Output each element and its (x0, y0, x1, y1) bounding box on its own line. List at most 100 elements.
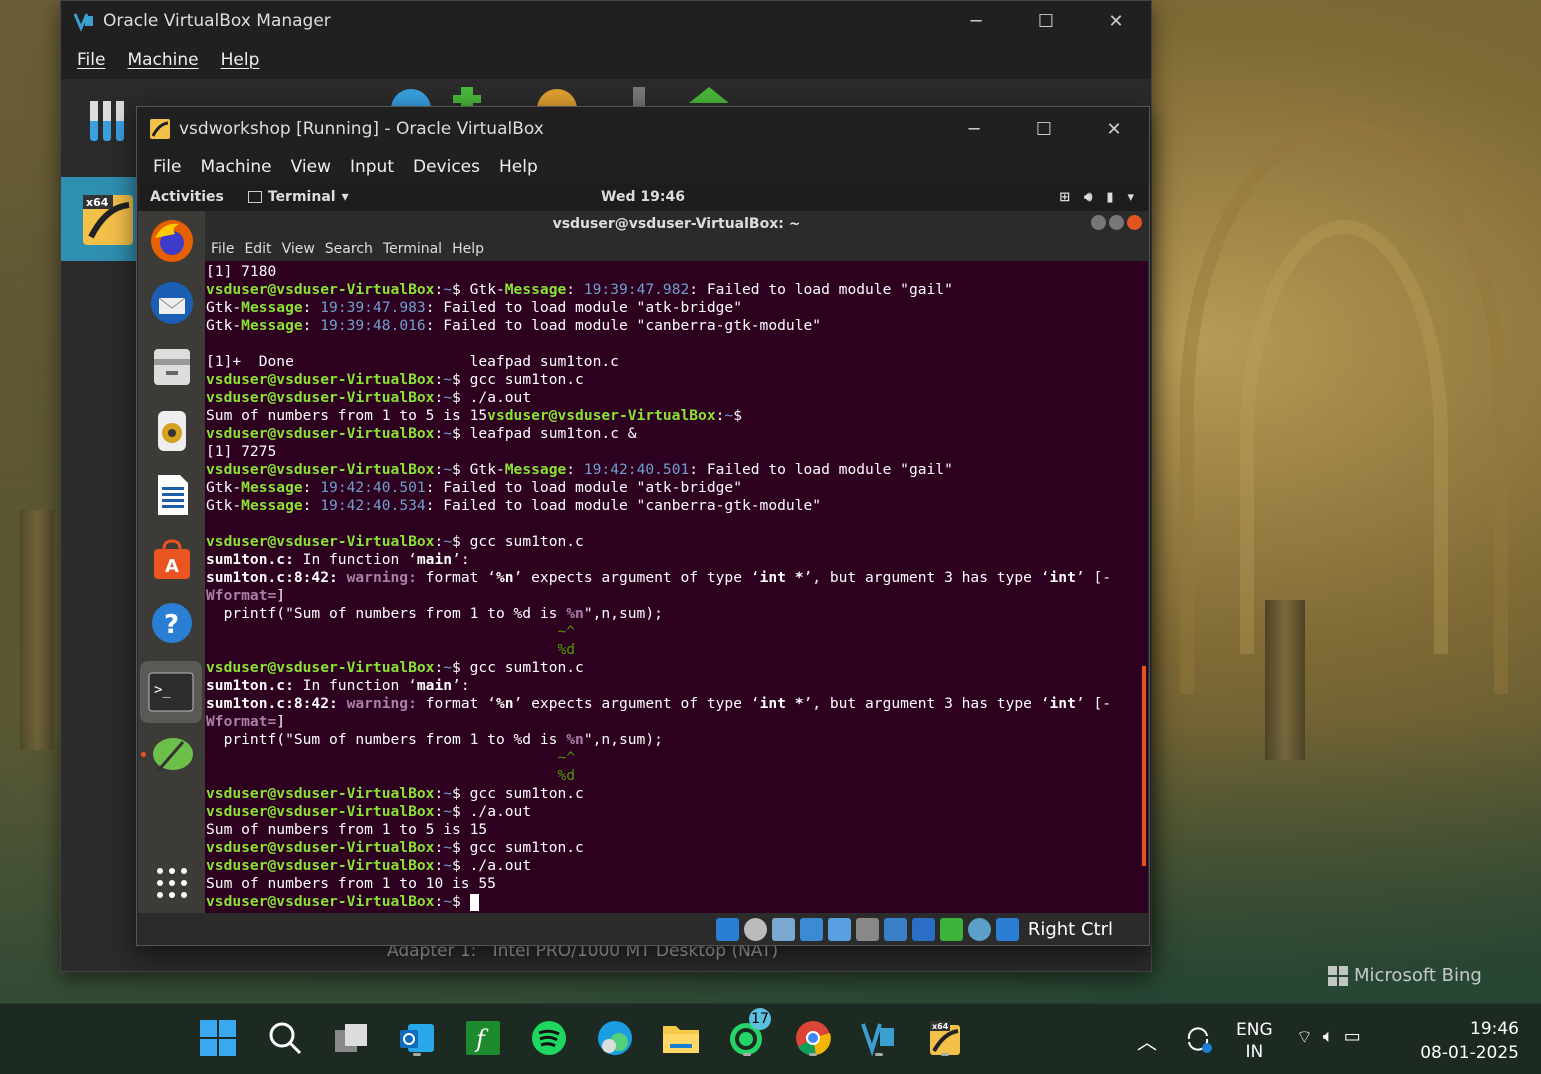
terminal-menu-edit[interactable]: Edit (244, 241, 271, 257)
vm-menu-devices[interactable]: Devices (413, 157, 480, 177)
chrome-button[interactable] (791, 1016, 835, 1060)
software-icon[interactable]: A (148, 535, 196, 583)
leafpad-icon[interactable] (148, 731, 196, 779)
vm-list-item-vsdworkshop[interactable]: x64 (61, 177, 139, 261)
terminal-text: $ (733, 407, 743, 424)
minimize-button[interactable]: ─ (941, 1, 1011, 41)
guest-system-tray[interactable]: ⊞ 🔊︎ ▮ ▾ (1059, 190, 1134, 205)
terminal-text: [1] 7180 (206, 263, 277, 280)
edge-button[interactable] (593, 1016, 637, 1060)
terminal-line: [1]+ Done leafpad sum1ton.c (206, 353, 1148, 371)
app-grid-icon[interactable] (148, 859, 196, 907)
recording-icon[interactable] (911, 917, 935, 941)
mouse-integration-icon[interactable] (967, 917, 991, 941)
terminal-icon[interactable]: >_ (140, 661, 202, 723)
firefox-icon[interactable] (148, 217, 196, 265)
search-icon (269, 1022, 302, 1055)
virtualbox-manager-taskbar-button[interactable] (857, 1016, 901, 1060)
display-icon[interactable] (883, 917, 907, 941)
search-button[interactable] (263, 1016, 307, 1060)
terminal-menu-view[interactable]: View (282, 241, 315, 257)
terminal-window[interactable]: vsduser@vsduser-VirtualBox: ~ File Edit … (205, 211, 1148, 913)
keyboard-capture-icon[interactable] (995, 917, 1019, 941)
hard-disk-icon[interactable] (715, 917, 739, 941)
activities-button[interactable]: Activities (150, 189, 224, 205)
vm-menu-file[interactable]: File (153, 157, 181, 177)
cpu-icon[interactable] (939, 917, 963, 941)
tools-button[interactable] (61, 81, 136, 151)
whatsapp-button[interactable]: 17 (725, 1008, 771, 1060)
rhythmbox-icon[interactable] (148, 407, 196, 455)
terminal-text: ’ expects argument of type ‘ (513, 569, 760, 586)
vm-minimize-button[interactable]: ─ (939, 107, 1009, 151)
manager-toolbar-icons[interactable] (389, 81, 749, 109)
terminal-text: %n (566, 605, 584, 622)
network-adapter-icon[interactable] (799, 917, 823, 941)
terminal-text: $ (452, 893, 470, 910)
svg-text:>_: >_ (154, 682, 171, 698)
optical-drive-icon[interactable] (743, 917, 767, 941)
terminal-title: vsduser@vsduser-VirtualBox: ~ (552, 216, 801, 232)
menu-machine[interactable]: Machine (127, 50, 198, 70)
terminal-titlebar[interactable]: vsduser@vsduser-VirtualBox: ~ (205, 211, 1148, 237)
terminal-menu-terminal[interactable]: Terminal (383, 241, 442, 257)
vm-taskbar-button[interactable]: x64 (923, 1016, 967, 1060)
terminal-maximize-button[interactable] (1109, 215, 1124, 230)
terminal-menu-help[interactable]: Help (452, 241, 484, 257)
terminal-line: vsduser@vsduser-VirtualBox:~$ ./a.out (206, 389, 1148, 407)
maximize-button[interactable]: ☐ (1011, 1, 1081, 41)
app-menu[interactable]: Terminal ▾ (247, 189, 349, 205)
guest-screen[interactable]: Activities Terminal ▾ Wed 19:46 ⊞ 🔊︎ ▮ ▾ (138, 183, 1148, 913)
running-dot (875, 1053, 883, 1056)
chevron-up-icon[interactable]: ︿ (1137, 1026, 1157, 1055)
terminal-close-button[interactable] (1127, 215, 1142, 230)
vm-menu-machine[interactable]: Machine (200, 157, 271, 177)
start-button[interactable] (196, 1016, 240, 1060)
manager-titlebar[interactable]: Oracle VirtualBox Manager ─ ☐ ✕ (61, 1, 1151, 41)
windows-start-icon (200, 1020, 236, 1056)
clock[interactable]: 19:46 08-01-2025 (1419, 1017, 1519, 1065)
usb-icon[interactable] (827, 917, 851, 941)
terminal-menu-search[interactable]: Search (325, 241, 373, 257)
terminal-text: ’: (452, 551, 470, 568)
menu-file[interactable]: File (77, 50, 105, 70)
terminal-menu-file[interactable]: File (211, 241, 234, 257)
terminal-line: sum1ton.c:8:42: warning: format ‘%n’ exp… (206, 569, 1148, 587)
terminal-minimize-button[interactable] (1091, 215, 1106, 230)
file-explorer-button[interactable] (659, 1016, 703, 1060)
vm-menu-view[interactable]: View (291, 157, 331, 177)
quick-settings[interactable]: ⌔ 🔈︎ ▭ (1296, 1026, 1361, 1049)
sync-icon[interactable] (1183, 1024, 1213, 1054)
outlook-taskbar-button[interactable] (395, 1016, 439, 1060)
terminal-text: : (434, 461, 444, 478)
vm-menu-input[interactable]: Input (350, 157, 394, 177)
thunderbird-icon[interactable] (148, 279, 196, 327)
vm-menu-help[interactable]: Help (499, 157, 538, 177)
terminal-text: ~ (443, 461, 453, 478)
terminal-text: ’ [- (1075, 695, 1112, 712)
task-view-button[interactable] (329, 1016, 373, 1060)
terminal-text: : Failed to load module "gail" (689, 461, 953, 478)
function-app-icon: f (466, 1021, 500, 1055)
files-icon[interactable] (148, 343, 196, 391)
vm-close-button[interactable]: ✕ (1079, 107, 1149, 151)
shared-folders-icon[interactable] (855, 917, 879, 941)
terminal-scrollbar[interactable] (1142, 666, 1146, 866)
vm-titlebar[interactable]: vsdworkshop [Running] - Oracle VirtualBo… (137, 107, 1149, 151)
terminal-text: ’: (452, 677, 470, 694)
menu-help[interactable]: Help (221, 50, 260, 70)
vm-window[interactable]: vsdworkshop [Running] - Oracle VirtualBo… (136, 106, 1150, 946)
terminal-text: $ ./a.out (452, 803, 532, 820)
close-button[interactable]: ✕ (1081, 1, 1151, 41)
clock-time: 19:46 (1470, 1019, 1519, 1039)
spotify-button[interactable] (527, 1016, 571, 1060)
formula-app-button[interactable]: f (461, 1016, 505, 1060)
gnome-topbar: Activities Terminal ▾ Wed 19:46 ⊞ 🔊︎ ▮ ▾ (138, 183, 1148, 211)
terminal-output[interactable]: [1] 7180 vsduser@vsduser-VirtualBox:~$ Gt… (205, 261, 1148, 913)
writer-icon[interactable] (148, 471, 196, 519)
terminal-text: %n (495, 569, 514, 586)
vm-maximize-button[interactable]: ☐ (1009, 107, 1079, 151)
language-indicator[interactable]: ENG IN (1236, 1019, 1273, 1063)
audio-icon[interactable] (771, 917, 795, 941)
help-icon[interactable]: ? (148, 599, 196, 647)
